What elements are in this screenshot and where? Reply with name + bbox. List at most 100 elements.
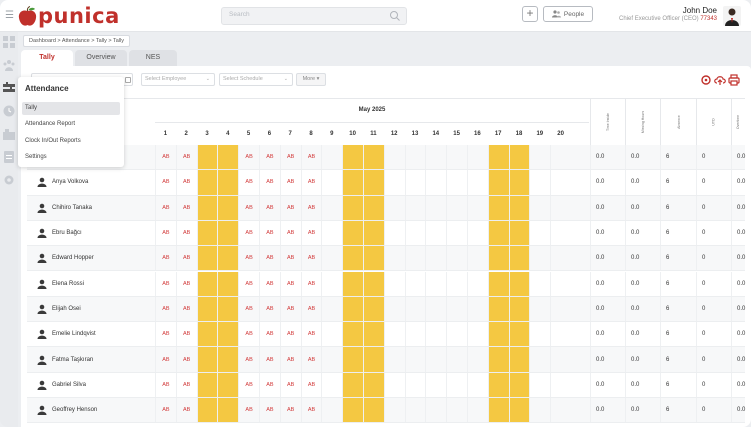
- day-cell[interactable]: [321, 322, 342, 347]
- day-cell[interactable]: [446, 246, 467, 271]
- day-cell[interactable]: AB: [300, 220, 322, 246]
- day-cell[interactable]: AB: [279, 372, 301, 397]
- day-cell[interactable]: [425, 372, 446, 397]
- day-cell[interactable]: [487, 372, 509, 397]
- employee-name[interactable]: Anya Volkova: [52, 179, 88, 185]
- day-cell[interactable]: AB: [175, 195, 197, 220]
- day-cell[interactable]: [425, 271, 446, 296]
- day-cell[interactable]: AB: [175, 246, 197, 271]
- day-cell[interactable]: [196, 246, 218, 271]
- day-cell[interactable]: [383, 145, 405, 170]
- day-cell[interactable]: [487, 347, 509, 372]
- day-cell[interactable]: AB: [279, 170, 301, 195]
- day-cell[interactable]: [446, 322, 467, 347]
- day-cell[interactable]: [404, 347, 426, 372]
- employee-name[interactable]: Gabriel Silva: [52, 382, 86, 388]
- day-cell[interactable]: [487, 170, 509, 195]
- menu-item-attendance-report[interactable]: Attendance Report: [22, 118, 120, 131]
- day-cell[interactable]: AB: [279, 347, 301, 372]
- day-cell[interactable]: [217, 372, 239, 397]
- day-cell[interactable]: [487, 271, 509, 296]
- day-cell[interactable]: [404, 220, 426, 246]
- team-icon[interactable]: [3, 59, 15, 71]
- day-cell[interactable]: [383, 296, 405, 322]
- day-cell[interactable]: [487, 145, 509, 170]
- day-cell[interactable]: [342, 347, 363, 372]
- day-cell[interactable]: AB: [155, 322, 176, 347]
- table-row[interactable]: Elijah Osei AB AB AB AB AB AB 0.0 0.0 6 0 0.0: [27, 296, 745, 323]
- employee-name[interactable]: Fatma Taşkıran: [52, 357, 93, 363]
- day-cell[interactable]: AB: [155, 145, 176, 170]
- day-cell[interactable]: [550, 398, 571, 423]
- day-cell[interactable]: [467, 398, 488, 423]
- day-cell[interactable]: [217, 347, 239, 372]
- day-cell[interactable]: [425, 246, 446, 271]
- day-cell[interactable]: AB: [259, 145, 280, 170]
- day-cell[interactable]: [446, 145, 467, 170]
- day-cell[interactable]: [425, 220, 446, 246]
- day-cell[interactable]: [383, 372, 405, 397]
- day-cell[interactable]: [508, 296, 530, 322]
- day-cell[interactable]: AB: [238, 398, 259, 423]
- day-cell[interactable]: [383, 398, 405, 423]
- day-cell[interactable]: [508, 170, 530, 195]
- table-row[interactable]: AB AB AB AB AB AB 0.0 0.0 6 0 0.0: [27, 145, 745, 171]
- day-cell[interactable]: [342, 398, 363, 423]
- day-cell[interactable]: [321, 296, 342, 322]
- punica-logo[interactable]: punica: [18, 3, 120, 29]
- day-cell[interactable]: [467, 296, 488, 322]
- day-cell[interactable]: [446, 347, 467, 372]
- day-cell[interactable]: [342, 322, 363, 347]
- day-cell[interactable]: AB: [259, 170, 280, 195]
- employee-name[interactable]: Edward Hopper: [52, 255, 94, 261]
- user-avatar[interactable]: [723, 6, 741, 26]
- day-cell[interactable]: [321, 372, 342, 397]
- menu-item-settings[interactable]: Settings: [22, 151, 120, 164]
- day-cell[interactable]: [196, 145, 218, 170]
- day-cell[interactable]: [446, 271, 467, 296]
- day-cell[interactable]: [217, 246, 239, 271]
- table-row[interactable]: Edward Hopper AB AB AB AB AB AB 0.0 0.0 6 0 0.0: [27, 246, 745, 272]
- day-cell[interactable]: [446, 170, 467, 195]
- day-cell[interactable]: [363, 398, 384, 423]
- day-cell[interactable]: [404, 246, 426, 271]
- day-cell[interactable]: AB: [279, 246, 301, 271]
- day-cell[interactable]: [321, 347, 342, 372]
- day-cell[interactable]: [487, 322, 509, 347]
- day-cell[interactable]: AB: [300, 347, 322, 372]
- day-cell[interactable]: AB: [175, 220, 197, 246]
- day-cell[interactable]: [217, 195, 239, 220]
- day-cell[interactable]: AB: [300, 322, 322, 347]
- day-cell[interactable]: [363, 145, 384, 170]
- people-button[interactable]: People: [543, 6, 593, 22]
- day-cell[interactable]: AB: [155, 271, 176, 296]
- day-cell[interactable]: [508, 347, 530, 372]
- day-cell[interactable]: [217, 220, 239, 246]
- day-cell[interactable]: [550, 296, 571, 322]
- day-cell[interactable]: AB: [175, 170, 197, 195]
- add-button[interactable]: +: [522, 6, 538, 22]
- menu-item-clock-reports[interactable]: Clock In/Out Reports: [22, 135, 120, 148]
- day-cell[interactable]: AB: [259, 372, 280, 397]
- building-icon[interactable]: [3, 128, 15, 140]
- day-cell[interactable]: [550, 347, 571, 372]
- employee-name[interactable]: Elena Rossi: [52, 281, 84, 287]
- day-cell[interactable]: [321, 170, 342, 195]
- day-cell[interactable]: AB: [238, 246, 259, 271]
- day-cell[interactable]: [508, 372, 530, 397]
- table-row[interactable]: Gabriel Silva AB AB AB AB AB AB 0.0 0.0 6 0 0.0: [27, 372, 745, 398]
- day-cell[interactable]: [425, 170, 446, 195]
- day-cell[interactable]: [342, 145, 363, 170]
- day-cell[interactable]: [529, 271, 550, 296]
- day-cell[interactable]: [550, 195, 571, 220]
- day-cell[interactable]: AB: [279, 195, 301, 220]
- schedule-select[interactable]: Select Schedule ⌄: [219, 73, 293, 86]
- day-cell[interactable]: [404, 372, 426, 397]
- day-cell[interactable]: [363, 220, 384, 246]
- day-cell[interactable]: [217, 271, 239, 296]
- tab-nes[interactable]: NES: [129, 50, 177, 66]
- calendar-icon[interactable]: [125, 77, 131, 83]
- day-cell[interactable]: [550, 220, 571, 246]
- day-cell[interactable]: [363, 271, 384, 296]
- more-button[interactable]: More ▾: [296, 73, 326, 86]
